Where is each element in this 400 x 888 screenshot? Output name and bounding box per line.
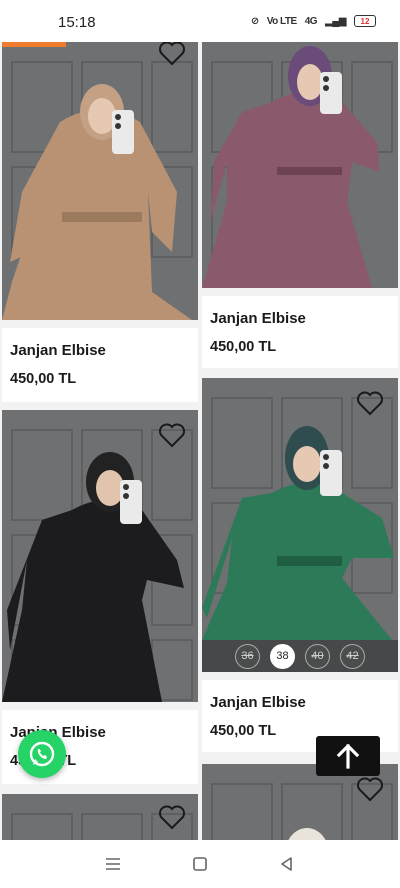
size-option[interactable]: 42 bbox=[340, 643, 365, 669]
product-image[interactable]: 36 38 40 42 bbox=[202, 378, 398, 672]
whatsapp-icon bbox=[29, 741, 55, 767]
heart-outline-icon[interactable] bbox=[158, 422, 186, 448]
product-price: 450,00 TL bbox=[210, 339, 277, 355]
do-not-disturb-icon: ⊘ bbox=[250, 15, 259, 27]
sale-tag bbox=[2, 42, 66, 47]
network-label: 4G bbox=[304, 15, 318, 27]
volte-label: Vo LTE bbox=[266, 15, 297, 27]
menu-icon bbox=[106, 858, 121, 870]
size-selector: 36 38 40 42 bbox=[202, 640, 398, 672]
arrow-up-icon bbox=[336, 743, 360, 769]
battery-icon: 12 bbox=[354, 15, 376, 27]
product-card[interactable]: Janjan Elbise 450,00 TL bbox=[202, 42, 398, 368]
product-card[interactable]: Janjan Elbise 450,00 TL bbox=[2, 42, 198, 402]
nav-menu-button[interactable] bbox=[98, 849, 128, 879]
triangle-back-icon bbox=[280, 857, 292, 871]
heart-outline-icon[interactable] bbox=[356, 390, 384, 416]
system-nav-bar bbox=[0, 840, 400, 888]
heart-outline-icon[interactable] bbox=[158, 804, 186, 830]
nav-back-button[interactable] bbox=[272, 849, 302, 879]
signal-icon: ▂▄▆ bbox=[325, 15, 346, 27]
size-option[interactable]: 36 bbox=[235, 643, 260, 669]
product-image[interactable] bbox=[2, 794, 198, 840]
product-grid: Janjan Elbise 450,00 TL Janjan Elbise 45… bbox=[0, 42, 400, 840]
back-to-top-button[interactable] bbox=[316, 736, 380, 776]
size-option[interactable]: 40 bbox=[305, 643, 330, 669]
square-home-icon bbox=[193, 857, 207, 871]
product-card[interactable]: Janjan Elbise 450,00 TL bbox=[2, 410, 198, 784]
nav-home-button[interactable] bbox=[185, 849, 215, 879]
product-price: 450,00 TL bbox=[10, 371, 77, 387]
product-name[interactable]: Janjan Elbise bbox=[210, 310, 390, 327]
product-name[interactable]: Janjan Elbise bbox=[10, 342, 190, 359]
status-time: 15:18 bbox=[58, 14, 96, 31]
whatsapp-button[interactable] bbox=[18, 730, 66, 778]
product-name[interactable]: Janjan Elbise bbox=[210, 694, 390, 711]
product-image[interactable] bbox=[2, 410, 198, 702]
heart-outline-icon[interactable] bbox=[356, 776, 384, 802]
product-info[interactable]: Janjan Elbise 450,00 TL bbox=[202, 296, 398, 368]
product-image[interactable] bbox=[2, 42, 198, 320]
product-card[interactable]: 36 38 40 42 Janjan Elbise 450,00 TL bbox=[202, 378, 398, 752]
status-icons: ⊘ Vo LTE 4G ▂▄▆ 12 bbox=[251, 15, 376, 27]
product-image[interactable] bbox=[202, 42, 398, 288]
status-bar: 15:18 ⊘ Vo LTE 4G ▂▄▆ 12 bbox=[0, 0, 400, 42]
product-info[interactable]: Janjan Elbise 450,00 TL bbox=[2, 328, 198, 402]
heart-outline-icon[interactable] bbox=[158, 42, 186, 66]
size-option[interactable]: 38 bbox=[270, 643, 295, 669]
product-card[interactable] bbox=[2, 794, 198, 840]
